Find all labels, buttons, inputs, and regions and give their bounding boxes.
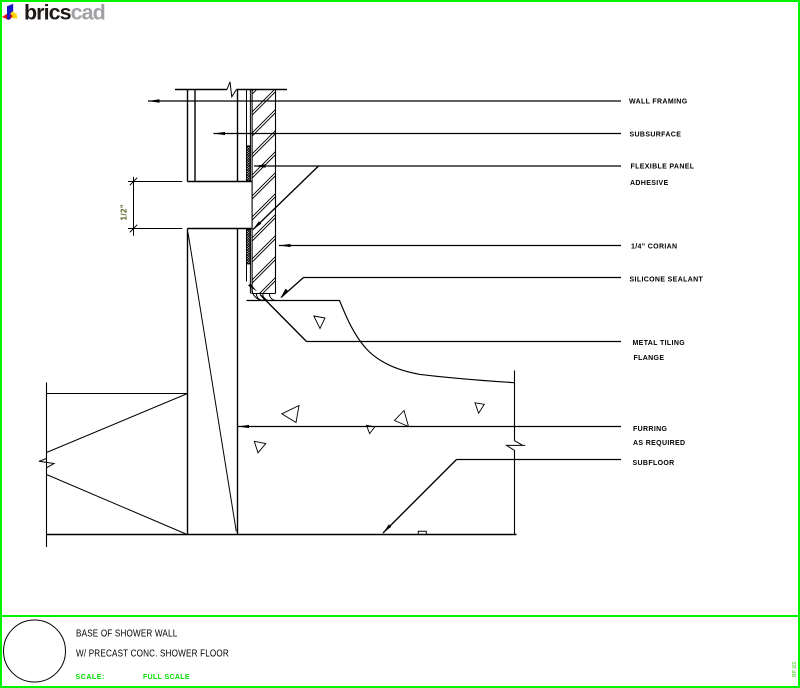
svg-text:bricscad: bricscad	[24, 1, 105, 25]
svg-text:BP 2/2: BP 2/2	[792, 662, 798, 677]
svg-text:FLANGE: FLANGE	[634, 355, 665, 362]
svg-text:1/4" CORIAN: 1/4" CORIAN	[631, 244, 677, 251]
svg-text:W/ PRECAST CONC. SHOWER FLOOR: W/ PRECAST CONC. SHOWER FLOOR	[76, 648, 229, 659]
svg-text:SUBSURFACE: SUBSURFACE	[630, 132, 682, 139]
svg-text:METAL TILING: METAL TILING	[633, 340, 686, 347]
svg-text:1/2": 1/2"	[120, 204, 129, 221]
svg-text:SILICONE SEALANT: SILICONE SEALANT	[630, 277, 704, 284]
svg-text:ADHESIVE: ADHESIVE	[630, 180, 669, 187]
svg-text:SUBFLOOR: SUBFLOOR	[633, 460, 675, 467]
svg-text:AS REQUIRED: AS REQUIRED	[633, 440, 685, 447]
svg-text:SCALE:: SCALE:	[76, 674, 105, 681]
svg-text:FULL SCALE: FULL SCALE	[143, 674, 190, 681]
svg-text:FLEXIBLE PANEL: FLEXIBLE PANEL	[631, 164, 695, 171]
svg-text:WALL FRAMING: WALL FRAMING	[629, 99, 688, 106]
svg-text:FURRING: FURRING	[633, 426, 668, 433]
svg-text:BASE OF SHOWER WALL: BASE OF SHOWER WALL	[76, 628, 177, 639]
